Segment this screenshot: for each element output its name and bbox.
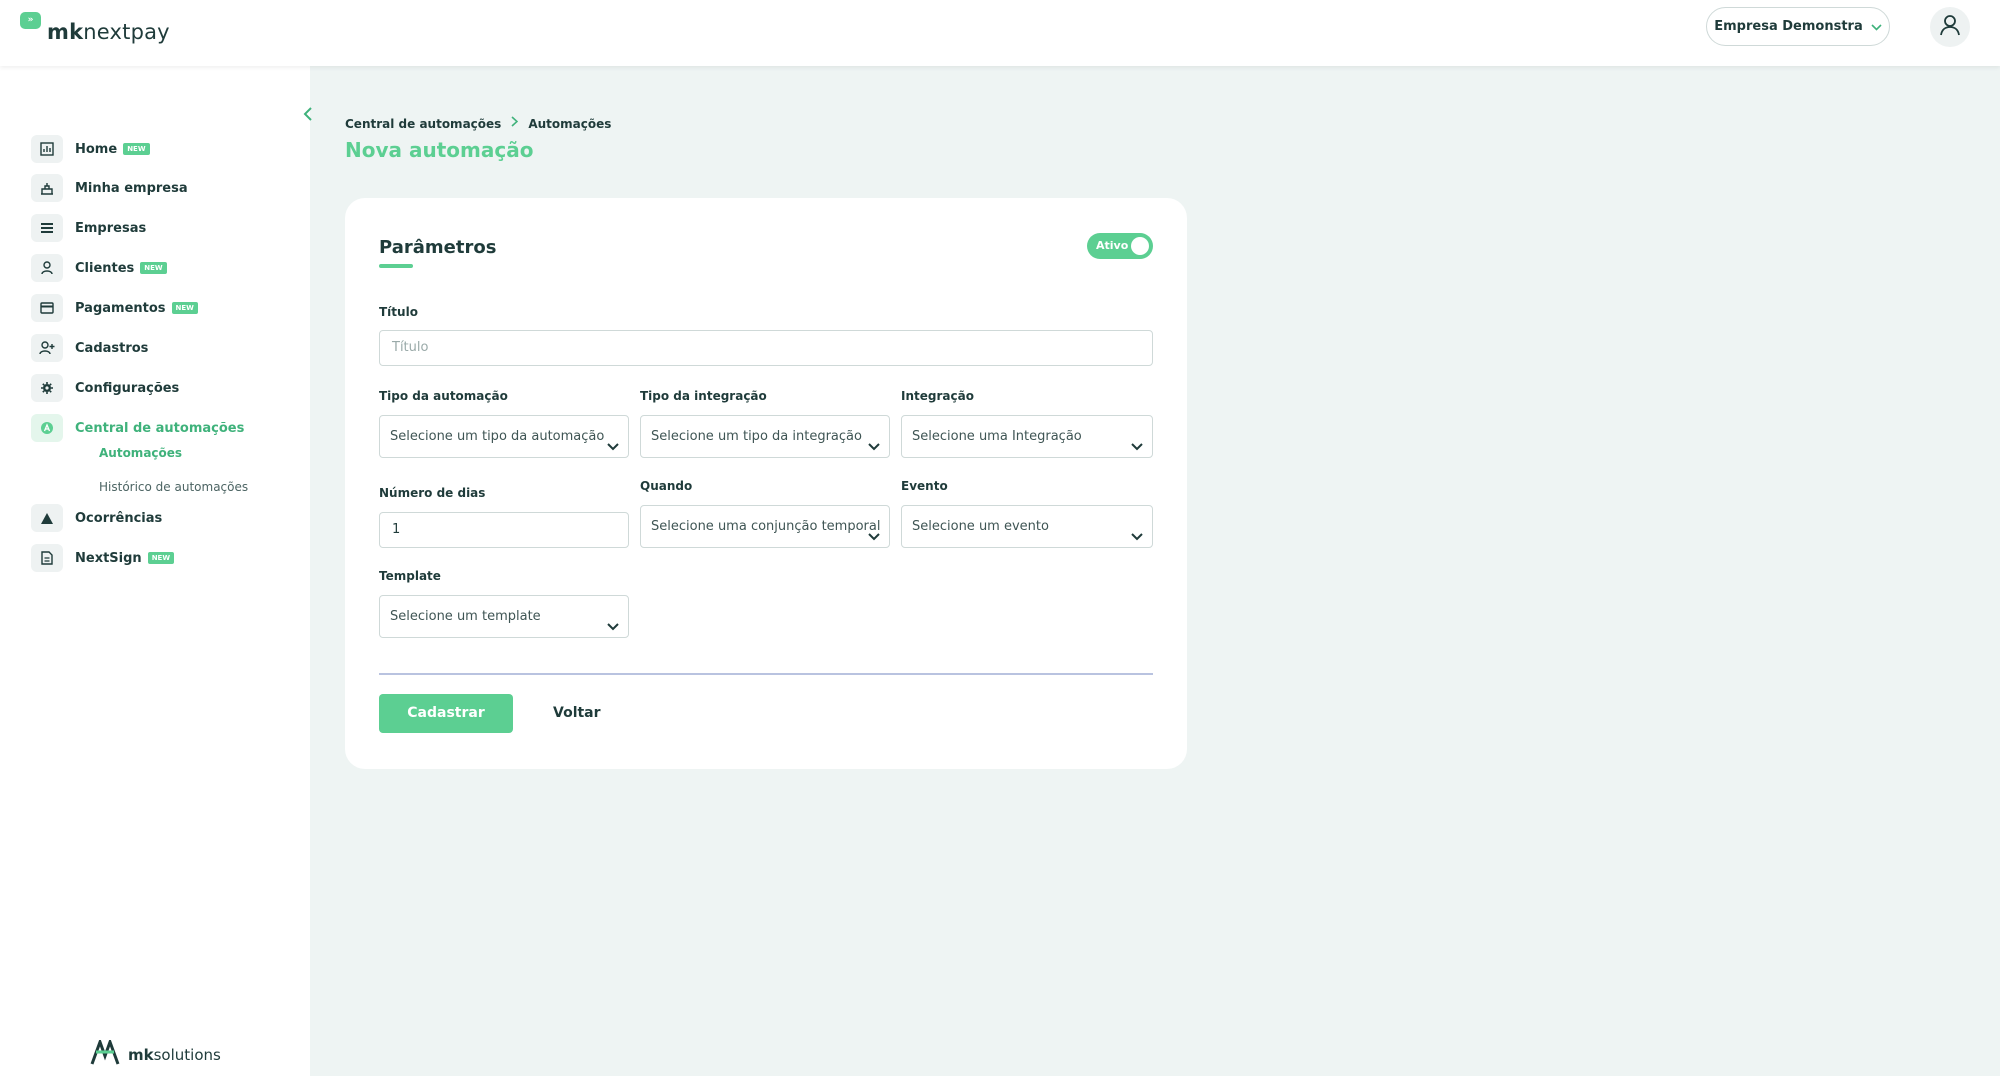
- tipo-integracao-select[interactable]: Selecione um tipo da integração: [640, 415, 890, 458]
- mksolutions-text-rest: solutions: [153, 1046, 221, 1064]
- tipo-automacao-value: Selecione um tipo da automação: [390, 429, 605, 444]
- person-icon: [31, 254, 63, 282]
- logo-mark-icon: »: [20, 12, 41, 29]
- chevron-down-icon: [1130, 430, 1144, 451]
- toggle-knob: [1131, 237, 1149, 255]
- dashboard-icon: [31, 135, 63, 163]
- integracao-label: Integração: [901, 389, 974, 403]
- breadcrumb-parent[interactable]: Central de automações: [345, 117, 501, 131]
- chevron-down-icon: [1130, 520, 1144, 541]
- sidebar-item-label: Empresas: [75, 220, 147, 236]
- titulo-label: Título: [379, 305, 418, 319]
- automation-form-card: Parâmetros Ativo Título Título Tipo da a…: [345, 198, 1187, 769]
- numero-dias-input[interactable]: 1: [379, 512, 629, 548]
- user-avatar-button[interactable]: [1930, 7, 1970, 47]
- evento-value: Selecione um evento: [912, 519, 1049, 534]
- company-name: Empresa Demonstra: [1714, 19, 1863, 34]
- titulo-input[interactable]: Título: [379, 330, 1153, 366]
- tipo-integracao-value: Selecione um tipo da integração: [651, 429, 862, 444]
- mksolutions-mark-icon: [90, 1037, 120, 1070]
- cadastrar-button[interactable]: Cadastrar: [379, 694, 513, 733]
- sidebar-item-ocorrencias[interactable]: Ocorrências: [31, 504, 162, 532]
- sidebar-item-label: Ocorrências: [75, 510, 163, 526]
- sidebar-item-label: Cadastros: [75, 340, 149, 356]
- tipo-integracao-label: Tipo da integração: [640, 389, 767, 403]
- sidebar-item-nextsign[interactable]: NextSign NEW: [31, 544, 175, 572]
- warning-icon: [31, 504, 63, 532]
- sidebar-item-label: Pagamentos: [75, 300, 166, 316]
- sidebar-item-minha-empresa[interactable]: Minha empresa: [31, 174, 188, 202]
- add-user-icon: [31, 334, 63, 362]
- sidebar-item-label: Home: [75, 141, 118, 157]
- sidebar: Home NEW Minha empresa Empresas Clientes…: [0, 66, 310, 1076]
- tipo-automacao-select[interactable]: Selecione um tipo da automação: [379, 415, 629, 458]
- chevron-right-icon: [511, 116, 519, 131]
- sidebar-item-home[interactable]: Home NEW: [31, 135, 150, 163]
- chevron-left-icon: [303, 106, 313, 125]
- mksolutions-text: mksolutions: [128, 1046, 221, 1064]
- voltar-button[interactable]: Voltar: [545, 694, 609, 733]
- company-icon: [31, 174, 63, 202]
- sidebar-item-label: Minha empresa: [75, 180, 188, 196]
- credit-card-icon: [31, 294, 63, 322]
- sidebar-item-clientes[interactable]: Clientes NEW: [31, 254, 167, 282]
- evento-label: Evento: [901, 479, 948, 493]
- integracao-select[interactable]: Selecione uma Integração: [901, 415, 1153, 458]
- breadcrumb: Central de automações Automações: [345, 116, 611, 131]
- quando-select[interactable]: Selecione uma conjunção temporal: [640, 505, 890, 548]
- logo-text-rest: nextpay: [83, 20, 170, 44]
- list-icon: [31, 214, 63, 242]
- sidebar-item-label: Clientes: [75, 260, 135, 276]
- sidebar-item-label: Configurações: [75, 380, 180, 396]
- sidebar-item-cadastros[interactable]: Cadastros: [31, 334, 148, 362]
- sidebar-item-configuracoes[interactable]: Configurações: [31, 374, 179, 402]
- sidebar-subitem-automacoes[interactable]: Automações: [99, 446, 182, 460]
- new-badge: NEW: [171, 302, 198, 314]
- numero-dias-label: Número de dias: [379, 486, 486, 500]
- chevron-down-icon: [1871, 20, 1882, 34]
- chevron-down-icon: [606, 430, 620, 451]
- automation-icon: [31, 414, 63, 442]
- quando-value: Selecione uma conjunção temporal: [651, 519, 881, 534]
- breadcrumb-current[interactable]: Automações: [528, 117, 611, 131]
- template-value: Selecione um template: [390, 609, 541, 624]
- logo-text: mknextpay: [47, 20, 170, 44]
- sidebar-item-central-de-automacoes[interactable]: Central de automações: [31, 414, 244, 442]
- new-badge: NEW: [123, 143, 150, 155]
- company-selector-button[interactable]: Empresa Demonstra: [1706, 7, 1890, 46]
- chevron-down-icon: [606, 610, 620, 631]
- page-title: Nova automação: [345, 138, 534, 162]
- new-badge: NEW: [147, 552, 175, 564]
- chevron-down-icon: [867, 520, 881, 541]
- sidebar-item-empresas[interactable]: Empresas: [31, 214, 146, 242]
- section-title: Parâmetros: [379, 237, 497, 258]
- chevron-down-icon: [867, 430, 881, 451]
- mksolutions-text-bold: mk: [128, 1046, 154, 1064]
- document-icon: [31, 544, 63, 572]
- mksolutions-logo: mksolutions: [90, 1037, 221, 1070]
- logo-text-bold: mk: [47, 20, 84, 44]
- integracao-value: Selecione uma Integração: [912, 429, 1082, 444]
- sidebar-item-label: NextSign: [75, 550, 142, 566]
- sidebar-subitem-historico[interactable]: Histórico de automações: [99, 480, 248, 494]
- sidebar-item-label: Central de automações: [75, 420, 245, 436]
- template-label: Template: [379, 569, 441, 583]
- evento-select[interactable]: Selecione um evento: [901, 505, 1153, 548]
- status-toggle-label: Ativo: [1096, 239, 1129, 252]
- user-icon: [1938, 13, 1962, 41]
- quando-label: Quando: [640, 479, 693, 493]
- top-bar: » mknextpay Empresa Demonstra: [0, 0, 2000, 66]
- collapse-sidebar-button[interactable]: [303, 106, 317, 126]
- new-badge: NEW: [140, 262, 167, 274]
- gear-icon: [31, 374, 63, 402]
- form-divider: [379, 673, 1153, 675]
- template-select[interactable]: Selecione um template: [379, 595, 629, 638]
- section-title-underline: [379, 264, 413, 268]
- status-toggle[interactable]: Ativo: [1087, 233, 1153, 259]
- tipo-automacao-label: Tipo da automação: [379, 389, 508, 403]
- sidebar-item-pagamentos[interactable]: Pagamentos NEW: [31, 294, 198, 322]
